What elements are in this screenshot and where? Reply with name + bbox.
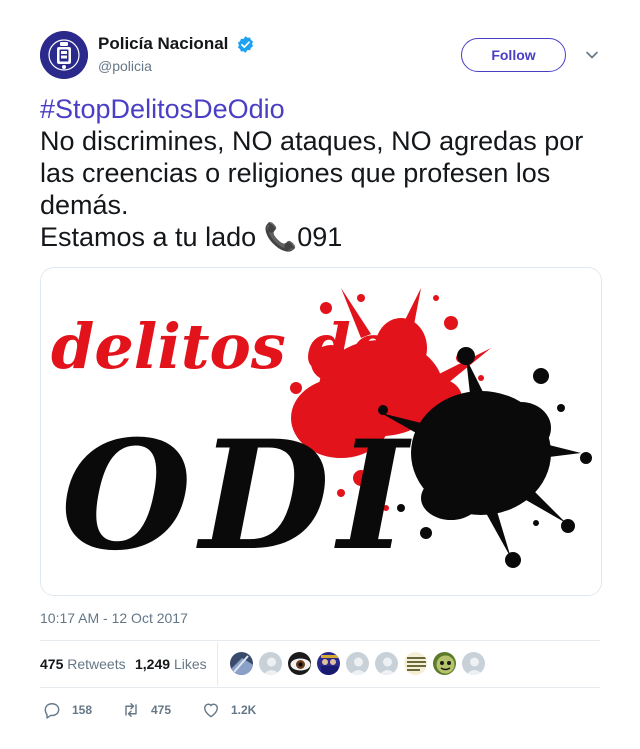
likes-stat[interactable]: 1,249 Likes (135, 656, 207, 672)
reply-count: 158 (72, 703, 93, 717)
profile-avatar[interactable] (40, 31, 88, 79)
retweet-button[interactable]: 475 (121, 700, 171, 720)
retweet-icon (125, 703, 137, 717)
likes-label: Likes (173, 656, 207, 672)
reply-icon (44, 703, 60, 719)
stats-separator (217, 642, 218, 686)
avatar[interactable] (287, 651, 312, 676)
avatar[interactable] (229, 651, 254, 676)
retweets-count: 475 (40, 656, 64, 672)
retweets-label: Retweets (67, 656, 126, 672)
verified-badge-icon (236, 35, 255, 54)
divider (40, 687, 600, 688)
phone-number: 091 (297, 222, 343, 252)
engagement-stats: 475 Retweets 1,249 Likes (40, 642, 600, 686)
telephone-icon: 📞 (263, 222, 298, 252)
avatar[interactable] (316, 651, 341, 676)
tweet-body-line2-text: Estamos a tu lado (40, 222, 264, 252)
like-count: 1.2K (231, 703, 257, 717)
heart-icon (204, 703, 218, 718)
avatar[interactable] (345, 651, 370, 676)
tweet-body-line1: No discrimines, NO ataques, NO agredas p… (40, 126, 584, 220)
media-title-bottom: ODI (61, 408, 416, 584)
divider (40, 640, 600, 641)
hashtag-link[interactable]: #StopDelitosDeOdio (40, 93, 600, 125)
display-name[interactable]: Policía Nacional (98, 34, 228, 54)
delitos-de-odio-graphic: delitos de ODI (41, 268, 601, 595)
retweets-stat[interactable]: 475 Retweets (40, 656, 126, 672)
tweet-body-line2: Estamos a tu lado 📞091 (40, 221, 600, 253)
avatar[interactable] (461, 651, 486, 676)
tweet-actions: 158 475 1.2K (40, 697, 600, 723)
avatar[interactable] (374, 651, 399, 676)
user-handle[interactable]: @policia (98, 58, 255, 74)
tweet-media-image[interactable]: delitos de ODI (40, 267, 602, 596)
police-badge-icon (40, 31, 88, 79)
reply-button[interactable]: 158 (42, 700, 92, 720)
avatar[interactable] (403, 651, 428, 676)
tweet-header: Policía Nacional @policia Follow (40, 31, 600, 81)
chevron-down-icon[interactable] (585, 48, 599, 62)
tweet-text: #StopDelitosDeOdio No discrimines, NO at… (40, 93, 600, 253)
tweet-timestamp[interactable]: 10:17 AM - 12 Oct 2017 (40, 610, 188, 626)
follow-button[interactable]: Follow (461, 38, 566, 72)
like-button[interactable]: 1.2K (201, 700, 256, 720)
media-title-top: delitos de (51, 310, 390, 383)
likes-count: 1,249 (135, 656, 171, 672)
avatar[interactable] (432, 651, 457, 676)
avatar[interactable] (258, 651, 283, 676)
retweet-count: 475 (151, 703, 172, 717)
